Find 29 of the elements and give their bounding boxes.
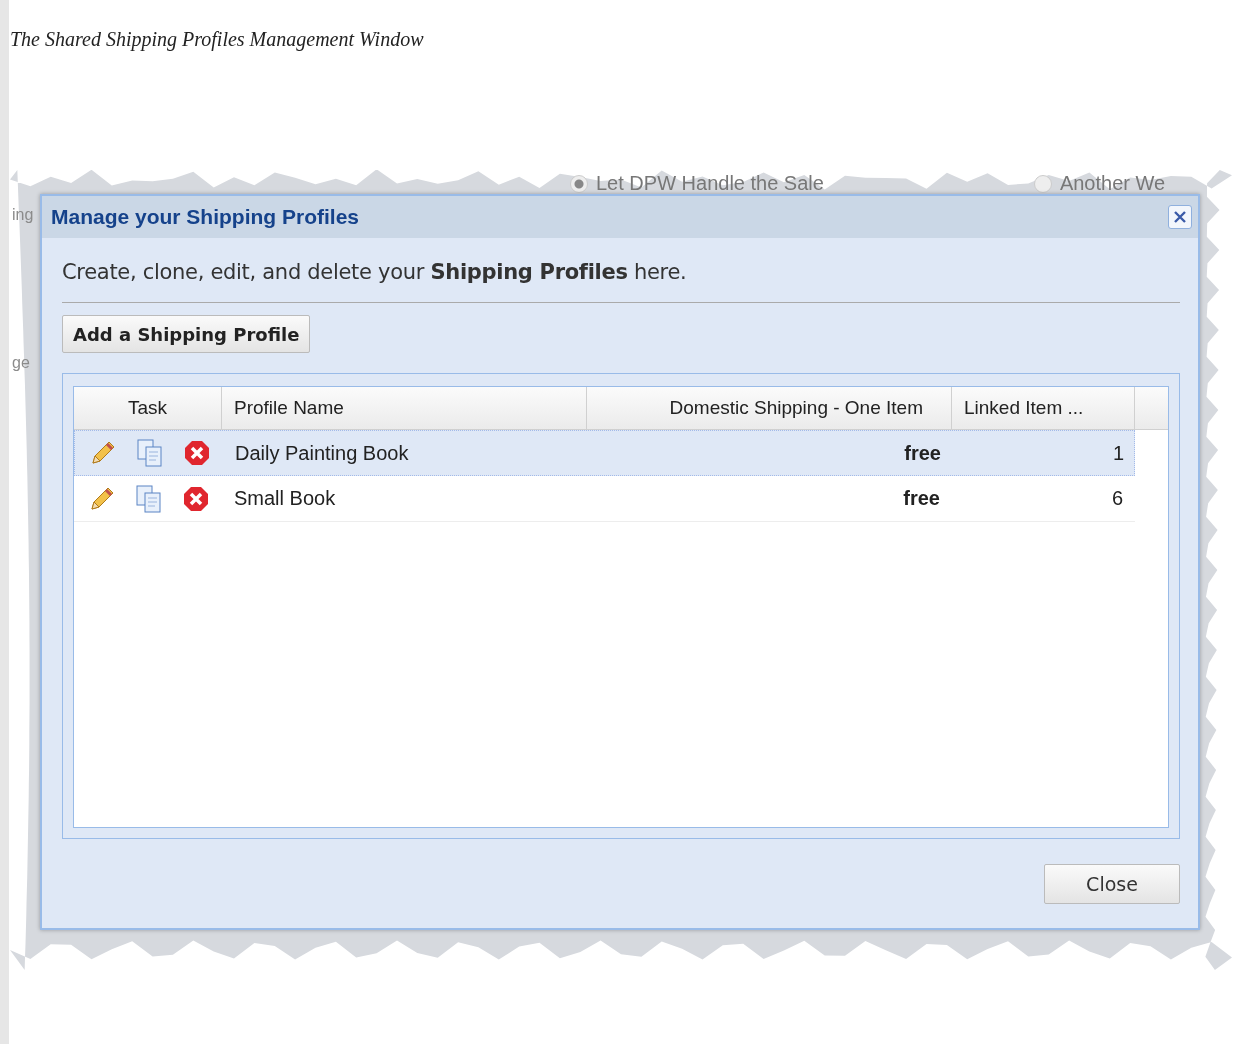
column-header[interactable]: Profile Name	[222, 387, 587, 429]
figure-caption: The Shared Shipping Profiles Management Window	[10, 28, 424, 51]
intro-text: Create, clone, edit, and delete your Shipping Profiles here.	[62, 260, 688, 284]
table-cell-text: 6	[1110, 487, 1124, 510]
table-row[interactable]: Daily Painting Book free 1	[74, 430, 1135, 476]
table-cell-text: Small Book	[233, 487, 337, 510]
background-text: ing	[12, 206, 34, 224]
table-cell-text: 1	[1111, 441, 1125, 465]
table-cell-text: Daily Painting Book	[234, 441, 410, 465]
delete-icon[interactable]	[183, 439, 211, 467]
table-cell-text: free	[902, 487, 941, 510]
background-text: ge	[12, 354, 31, 372]
column-header[interactable]: Task	[74, 387, 222, 429]
radio-button[interactable]	[570, 174, 588, 193]
close-icon[interactable]	[1168, 205, 1192, 229]
column-header[interactable]: Linked Item ...	[952, 387, 1135, 429]
pencil-icon[interactable]	[89, 439, 117, 467]
table-cell-text: free	[903, 441, 942, 465]
radio-button[interactable]	[1033, 174, 1052, 193]
close-button[interactable]: Close	[1044, 863, 1180, 904]
copy-icon[interactable]	[135, 438, 165, 468]
delete-icon[interactable]	[182, 484, 210, 513]
radio-label: Another We	[1059, 172, 1166, 195]
column-header[interactable]: Domestic Shipping - One Item	[587, 387, 952, 429]
radio-label: Let DPW Handle the Sale	[596, 172, 824, 195]
add-profile-button[interactable]: Add a Shipping Profile	[62, 315, 311, 353]
dialog-title: Manage your Shipping Profiles	[51, 205, 360, 229]
table-row[interactable]: Small Book free 6	[74, 476, 1135, 522]
copy-icon[interactable]	[134, 483, 164, 514]
